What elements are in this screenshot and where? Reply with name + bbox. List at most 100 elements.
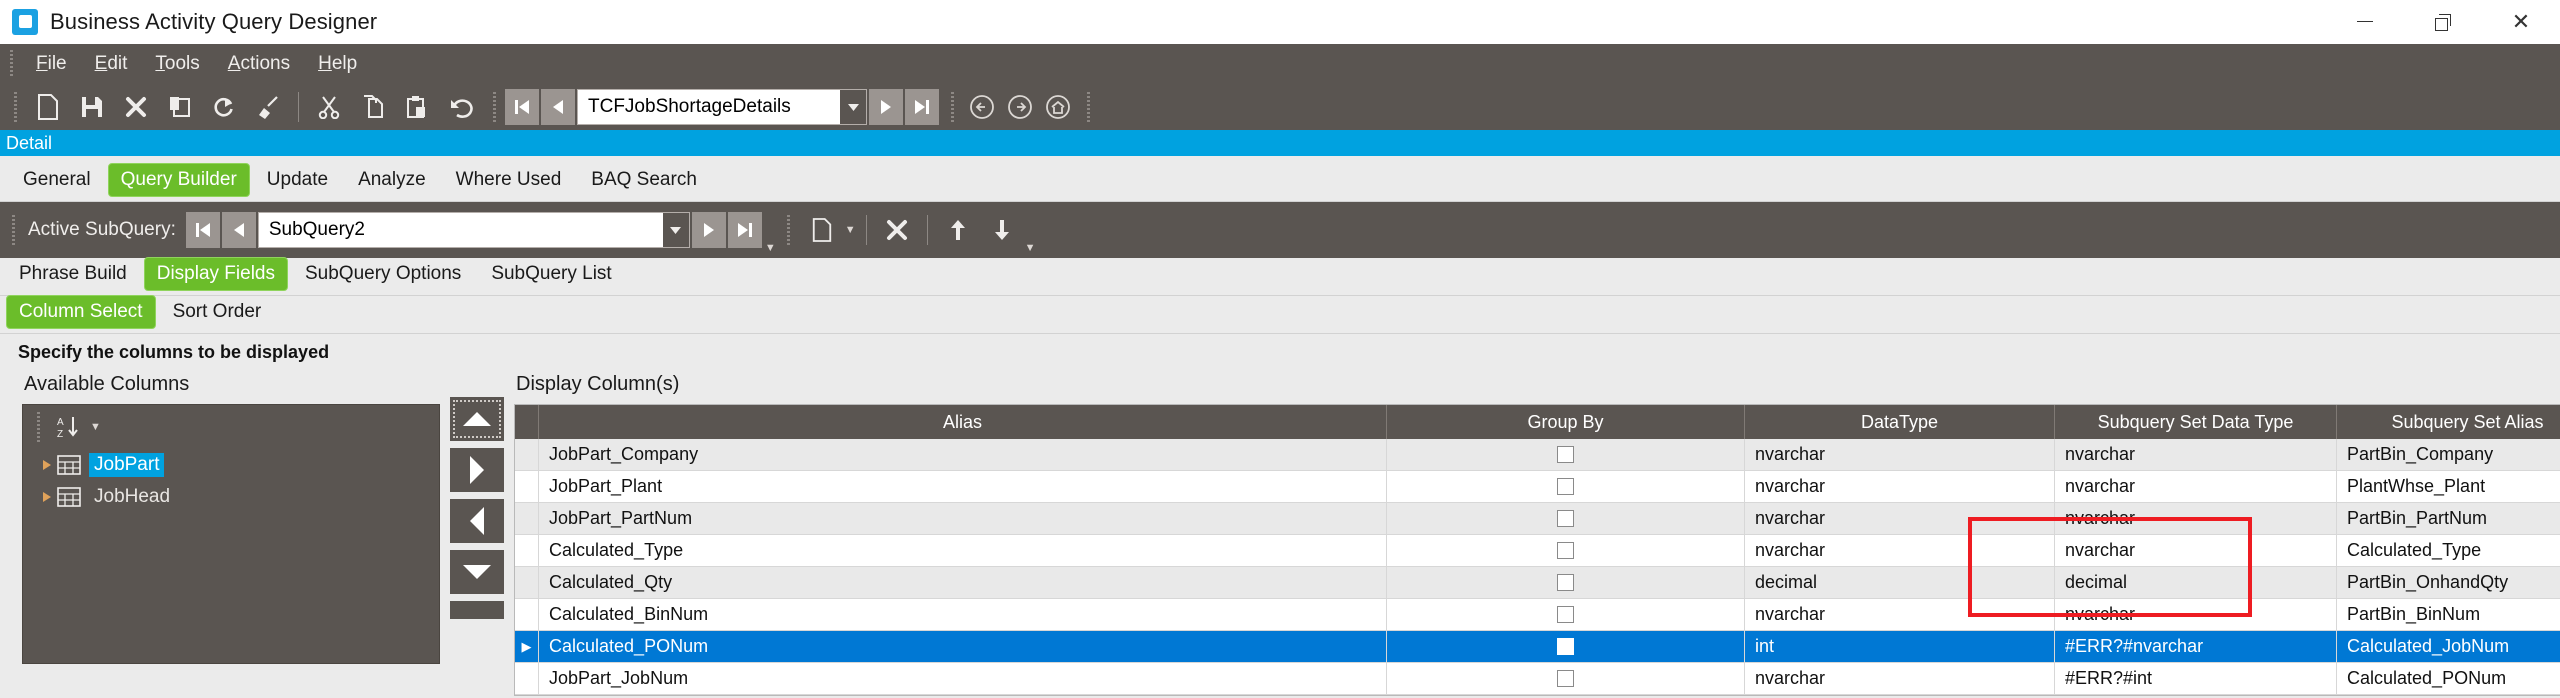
- tab-subquery-list[interactable]: SubQuery List: [478, 257, 624, 291]
- table-row[interactable]: ▶ Calculated_PONum int #ERR?#nvarchar Calcul…: [515, 631, 2560, 663]
- new-subquery-dropdown-icon[interactable]: ▼: [845, 224, 856, 236]
- cell-group-by-checkbox[interactable]: [1387, 663, 1745, 695]
- expand-triangle-icon[interactable]: [37, 459, 57, 471]
- record-combo[interactable]: TCFJobShortageDetails: [577, 89, 867, 125]
- cell-subquery-set-data-type[interactable]: #ERR?#int: [2055, 663, 2337, 695]
- cell-subquery-set-data-type[interactable]: nvarchar: [2055, 439, 2337, 471]
- tab-where-used[interactable]: Where Used: [443, 163, 575, 197]
- cell-alias[interactable]: JobPart_Company: [539, 439, 1387, 471]
- new-icon[interactable]: [28, 88, 68, 126]
- checkbox[interactable]: [1557, 542, 1574, 559]
- menu-grip[interactable]: [6, 50, 16, 78]
- paste-icon[interactable]: [397, 88, 437, 126]
- grid-header-datatype[interactable]: DataType: [1745, 405, 2055, 439]
- menu-tools[interactable]: Tools: [141, 49, 213, 79]
- cell-datatype[interactable]: nvarchar: [1745, 599, 2055, 631]
- last-subquery-icon[interactable]: [727, 212, 762, 248]
- grid-header-group-by[interactable]: Group By: [1387, 405, 1745, 439]
- tab-general[interactable]: General: [10, 163, 104, 197]
- cut-icon[interactable]: [309, 88, 349, 126]
- cell-group-by-checkbox[interactable]: [1387, 535, 1745, 567]
- subquery-actions-grip[interactable]: [784, 215, 793, 245]
- combo-dropdown-icon[interactable]: [840, 90, 866, 124]
- grid-header-subquery-set-data-type[interactable]: Subquery Set Data Type: [2055, 405, 2337, 439]
- checkbox[interactable]: [1557, 670, 1574, 687]
- cell-subquery-set-data-type[interactable]: #ERR?#nvarchar: [2055, 631, 2337, 663]
- tab-update[interactable]: Update: [254, 163, 341, 197]
- tree-item-jobpart[interactable]: JobPart: [23, 449, 439, 481]
- cell-subquery-set-alias[interactable]: Calculated_JobNum: [2337, 631, 2560, 663]
- cell-datatype[interactable]: nvarchar: [1745, 439, 2055, 471]
- cell-datatype[interactable]: nvarchar: [1745, 535, 2055, 567]
- delete-icon[interactable]: [116, 88, 156, 126]
- delete-subquery-icon[interactable]: [877, 211, 917, 249]
- tab-baq-search[interactable]: BAQ Search: [578, 163, 710, 197]
- cell-subquery-set-data-type[interactable]: nvarchar: [2055, 503, 2337, 535]
- toolbar-grip[interactable]: [11, 92, 19, 122]
- cell-subquery-set-data-type[interactable]: nvarchar: [2055, 535, 2337, 567]
- cell-subquery-set-data-type[interactable]: nvarchar: [2055, 599, 2337, 631]
- tree-item-jobhead[interactable]: JobHead: [23, 481, 439, 513]
- clear-icon[interactable]: [248, 88, 288, 126]
- expand-triangle-icon[interactable]: [37, 491, 57, 503]
- table-row[interactable]: JobPart_Company nvarchar nvarchar PartBin_C…: [515, 439, 2560, 471]
- cell-group-by-checkbox[interactable]: [1387, 503, 1745, 535]
- save-icon[interactable]: [72, 88, 112, 126]
- move-down-button[interactable]: [450, 550, 504, 594]
- table-row[interactable]: JobPart_Plant nvarchar nvarchar PlantWhse_P…: [515, 471, 2560, 503]
- sort-az-icon[interactable]: A Z: [49, 409, 89, 445]
- cell-group-by-checkbox[interactable]: [1387, 471, 1745, 503]
- display-columns-grid[interactable]: Alias Group By DataType Subquery Set Dat…: [514, 404, 2560, 696]
- cell-subquery-set-data-type[interactable]: nvarchar: [2055, 471, 2337, 503]
- table-row[interactable]: Calculated_BinNum nvarchar nvarchar PartBin…: [515, 599, 2560, 631]
- cell-alias[interactable]: JobPart_Plant: [539, 471, 1387, 503]
- cell-subquery-set-alias[interactable]: PartBin_Company: [2337, 439, 2560, 471]
- checkbox[interactable]: [1557, 638, 1574, 655]
- move-up-icon[interactable]: [938, 211, 978, 249]
- cell-subquery-set-data-type[interactable]: decimal: [2055, 567, 2337, 599]
- close-button[interactable]: ✕: [2482, 0, 2560, 43]
- remove-column-button[interactable]: [450, 499, 504, 543]
- cell-alias[interactable]: Calculated_Type: [539, 535, 1387, 567]
- new-subquery-icon[interactable]: [802, 211, 842, 249]
- transfer-extra-button[interactable]: [450, 601, 504, 619]
- cell-group-by-checkbox[interactable]: [1387, 567, 1745, 599]
- tab-analyze[interactable]: Analyze: [345, 163, 439, 197]
- subquery-nav-overflow-icon[interactable]: ▼: [765, 242, 776, 254]
- menu-edit[interactable]: Edit: [81, 49, 142, 79]
- next-record-icon[interactable]: [869, 89, 903, 125]
- tab-query-builder[interactable]: Query Builder: [107, 163, 250, 197]
- cell-alias[interactable]: Calculated_BinNum: [539, 599, 1387, 631]
- available-columns-tree[interactable]: A Z ▼ JobPart JobHead: [22, 404, 440, 664]
- move-down-icon[interactable]: [982, 211, 1022, 249]
- back-icon[interactable]: [963, 88, 1001, 126]
- home-icon[interactable]: [1039, 88, 1077, 126]
- checkbox[interactable]: [1557, 478, 1574, 495]
- copy-icon[interactable]: [353, 88, 393, 126]
- table-row[interactable]: Calculated_Qty decimal decimal PartBin_Onha…: [515, 567, 2560, 599]
- next-subquery-icon[interactable]: [691, 212, 726, 248]
- forward-icon[interactable]: [1001, 88, 1039, 126]
- tab-column-select[interactable]: Column Select: [6, 295, 156, 329]
- tab-phrase-build[interactable]: Phrase Build: [6, 257, 140, 291]
- table-row[interactable]: JobPart_JobNum nvarchar #ERR?#int Calculate…: [515, 663, 2560, 695]
- cell-datatype[interactable]: int: [1745, 631, 2055, 663]
- checkbox[interactable]: [1557, 574, 1574, 591]
- cell-group-by-checkbox[interactable]: [1387, 439, 1745, 471]
- cell-datatype[interactable]: nvarchar: [1745, 503, 2055, 535]
- add-column-button[interactable]: [450, 448, 504, 492]
- table-row[interactable]: Calculated_Type nvarchar nvarchar Calculate…: [515, 535, 2560, 567]
- cell-alias[interactable]: Calculated_PONum: [539, 631, 1387, 663]
- grid-header-subquery-set-alias[interactable]: Subquery Set Alias: [2337, 405, 2560, 439]
- cell-datatype[interactable]: nvarchar: [1745, 663, 2055, 695]
- nav-toolbar-grip[interactable]: [490, 92, 498, 122]
- tab-subquery-options[interactable]: SubQuery Options: [292, 257, 474, 291]
- first-record-icon[interactable]: [505, 89, 539, 125]
- checkbox[interactable]: [1557, 510, 1574, 527]
- menu-help[interactable]: Help: [304, 49, 371, 79]
- cell-alias[interactable]: Calculated_Qty: [539, 567, 1387, 599]
- last-record-icon[interactable]: [905, 89, 939, 125]
- cell-subquery-set-alias[interactable]: PlantWhse_Plant: [2337, 471, 2560, 503]
- cell-subquery-set-alias[interactable]: PartBin_BinNum: [2337, 599, 2560, 631]
- subquery-toolbar-grip[interactable]: [9, 215, 17, 245]
